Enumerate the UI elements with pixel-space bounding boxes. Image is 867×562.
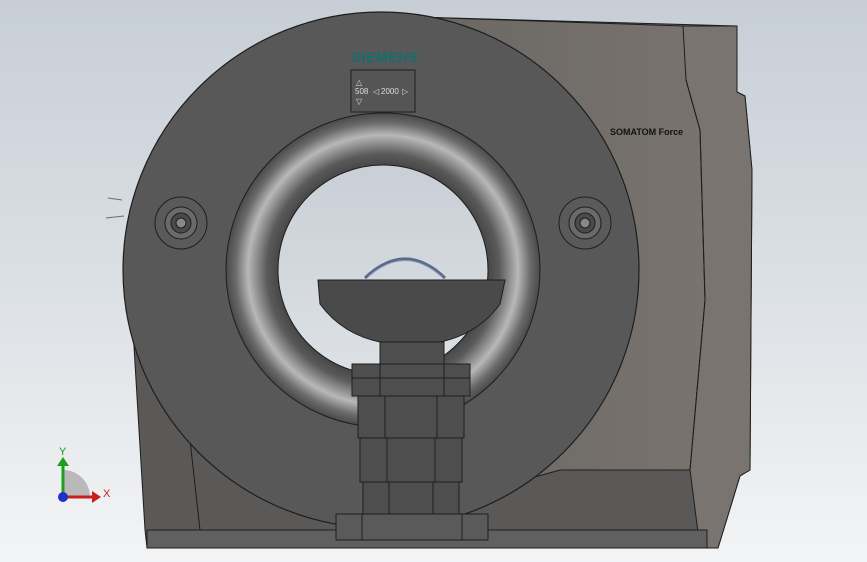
triad-quarter-disc [63,470,90,497]
left-knob[interactable] [154,196,208,250]
y-axis-arrow [57,457,69,466]
brand-logo: SIEMENS [352,49,419,65]
x-axis-label: X [103,488,111,500]
z-axis-dot [58,492,68,502]
control-left-value: 508 [355,87,369,96]
right-triangle-icon[interactable]: ▷ [402,87,409,96]
ct-scanner-model[interactable]: SIEMENS △ 508 ▽ ◁ 2000 ▷ SOMATOM Force Y… [0,0,867,562]
cable-line [105,197,125,219]
table-pedestal [351,341,471,515]
down-triangle-icon[interactable]: ▽ [356,97,363,106]
coordinate-triad[interactable]: Y X [57,446,111,503]
table-foot [335,513,489,541]
cad-viewport[interactable]: SIEMENS △ 508 ▽ ◁ 2000 ▷ SOMATOM Force Y… [0,0,867,562]
up-triangle-icon[interactable]: △ [356,78,363,87]
left-triangle-icon[interactable]: ◁ [373,87,380,96]
model-label: SOMATOM Force [610,127,683,137]
y-axis-label: Y [59,446,67,458]
control-panel[interactable]: △ 508 ▽ ◁ 2000 ▷ [350,69,416,113]
x-axis-arrow [92,491,101,503]
control-right-value: 2000 [381,87,399,96]
right-knob[interactable] [558,196,612,250]
